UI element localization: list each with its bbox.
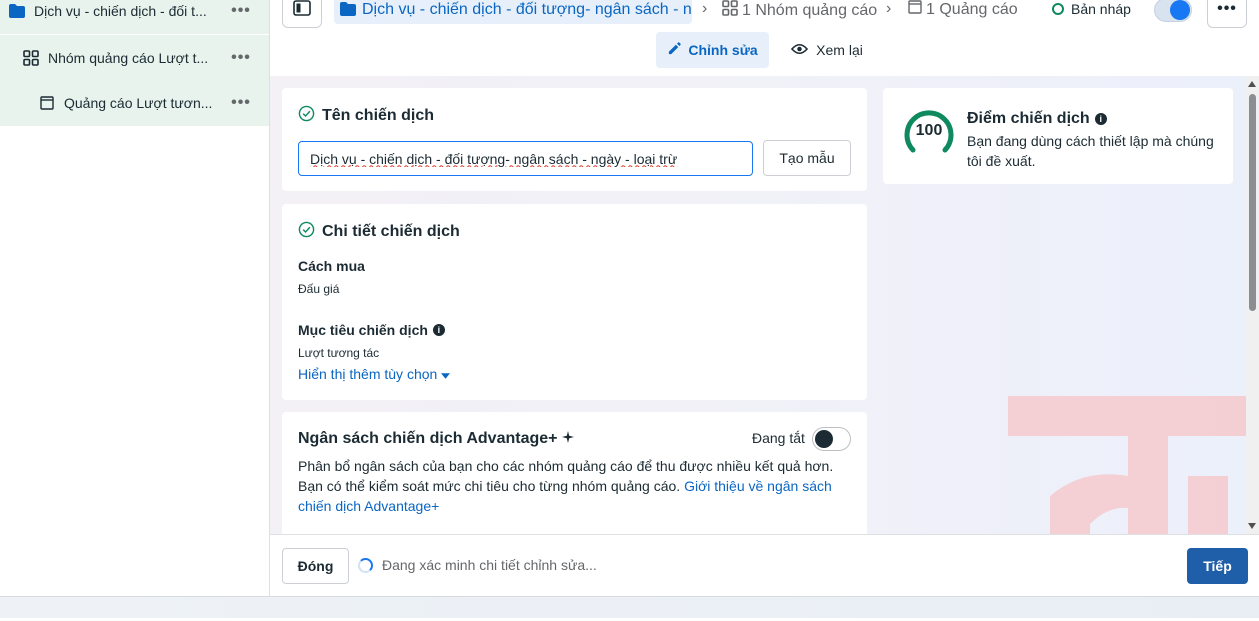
grid-icon	[22, 49, 40, 67]
toggle-knob	[815, 430, 833, 448]
ad-page-icon	[908, 0, 922, 19]
objective-value: Lượt tương tác	[298, 346, 380, 360]
buying-type-value: Đấu giá	[298, 282, 340, 296]
advantage-budget-title: Ngân sách chiến dịch Advantage+	[298, 430, 575, 448]
editor-footer: Đóng Đang xác minh chi tiết chỉnh sửa...…	[270, 534, 1259, 596]
verification-status: Đang xác minh chi tiết chỉnh sửa...	[382, 557, 597, 573]
sidebar-item-label: Quảng cáo Lượt tươn...	[64, 95, 213, 111]
more-actions-button[interactable]: •••	[1207, 0, 1247, 28]
buying-type-label: Cách mua	[298, 258, 365, 274]
more-options-icon[interactable]: •••	[227, 49, 255, 67]
sparkle-icon	[562, 430, 575, 448]
more-options-icon[interactable]: •••	[227, 94, 255, 112]
chevron-right-icon: ›	[886, 0, 892, 17]
pencil-icon	[667, 41, 682, 59]
campaign-name-title: Tên chiến dịch	[298, 105, 434, 127]
folder-icon	[340, 1, 356, 19]
campaign-on-off-toggle[interactable]	[1154, 0, 1192, 22]
draft-status-icon	[1052, 3, 1064, 15]
tab-edit-label: Chỉnh sửa	[688, 42, 758, 58]
breadcrumb-adsets-label: 1 Nhóm quảng cáo	[742, 1, 878, 19]
campaign-name-input[interactable]	[298, 141, 753, 176]
sidebar-item-label: Dịch vụ - chiến dịch - đối t...	[34, 3, 207, 19]
show-more-options-link[interactable]: Hiển thị thêm tùy chọn	[298, 366, 451, 382]
campaign-score-title: Điểm chiến dịch i	[967, 110, 1107, 128]
eye-icon	[791, 42, 809, 58]
advantage-budget-card: Ngân sách chiến dịch Advantage+ Đang tắt…	[282, 412, 867, 534]
more-options-icon[interactable]: •••	[227, 2, 255, 20]
loading-spinner-icon	[358, 558, 373, 573]
sidebar-panel-icon	[293, 0, 311, 19]
breadcrumb-campaign-label: Dịch vụ - chiến dịch - đối tượng- ngân s…	[362, 1, 692, 18]
caret-down-icon	[441, 366, 451, 382]
check-circle-icon	[298, 221, 315, 243]
ad-page-icon	[38, 94, 56, 112]
tab-review-label: Xem lại	[816, 42, 863, 58]
grid-icon	[722, 0, 738, 21]
sidebar-item-label: Nhóm quảng cáo Lượt t...	[48, 50, 209, 66]
breadcrumb-adsets[interactable]: 1 Nhóm quảng cáo	[722, 0, 877, 21]
info-icon[interactable]: i	[432, 324, 445, 336]
sidebar-item-ad[interactable]: Quảng cáo Lượt tươn... •••	[0, 80, 269, 126]
breadcrumb-ads-label: 1 Quảng cáo	[926, 0, 1018, 18]
content-scrollbar[interactable]	[1246, 76, 1259, 534]
scrollbar-thumb[interactable]	[1249, 94, 1256, 311]
chevron-right-icon: ›	[702, 0, 708, 17]
sidebar-item-campaign[interactable]: Dịch vụ - chiến dịch - đối t... •••	[0, 0, 269, 34]
tab-edit[interactable]: Chỉnh sửa	[656, 32, 769, 68]
window-bottom-edge	[0, 596, 1259, 618]
campaign-tree-sidebar: Dịch vụ - chiến dịch - đối t... ••• Nhóm…	[0, 0, 270, 596]
advantage-budget-toggle[interactable]	[812, 427, 851, 451]
next-button[interactable]: Tiếp	[1187, 548, 1248, 584]
breadcrumb-campaign[interactable]: Dịch vụ - chiến dịch - đối tượng- ngân s…	[334, 0, 692, 24]
campaign-details-card: Chi tiết chiến dịch Cách mua Đấu giá Mục…	[282, 204, 867, 400]
campaign-score-card: 100 Điểm chiến dịch i Bạn đang dùng cách…	[883, 88, 1233, 184]
draft-status: Bản nháp	[1052, 1, 1131, 17]
advantage-budget-description: Phân bổ ngân sách của bạn cho các nhóm q…	[298, 458, 834, 514]
campaign-score-gauge: 100	[901, 106, 957, 162]
close-button[interactable]: Đóng	[282, 548, 349, 584]
folder-icon	[8, 2, 26, 20]
scroll-down-icon[interactable]	[1248, 523, 1256, 529]
tab-review[interactable]: Xem lại	[782, 32, 872, 68]
toggle-sidebar-button[interactable]	[282, 0, 322, 28]
draft-label: Bản nháp	[1071, 1, 1131, 17]
create-template-button[interactable]: Tạo mẫu	[763, 140, 851, 176]
sidebar-item-adset[interactable]: Nhóm quảng cáo Lượt t... •••	[0, 35, 269, 81]
editor-topbar: Dịch vụ - chiến dịch - đối tượng- ngân s…	[270, 0, 1259, 76]
scroll-up-icon[interactable]	[1248, 81, 1256, 87]
campaign-score-value: 100	[915, 122, 943, 139]
advantage-budget-status: Đang tắt	[752, 430, 805, 446]
info-icon[interactable]: i	[1094, 113, 1107, 125]
campaign-name-card: Tên chiến dịch Tạo mẫu	[282, 88, 867, 191]
breadcrumb-ads[interactable]: 1 Quảng cáo	[908, 0, 1018, 19]
campaign-score-description: Bạn đang dùng cách thiết lập mà chúng tô…	[967, 133, 1214, 169]
check-circle-icon	[298, 105, 315, 127]
toggle-knob	[1170, 0, 1190, 20]
campaign-details-title: Chi tiết chiến dịch	[298, 221, 460, 243]
objective-label: Mục tiêu chiến dịch i	[298, 322, 445, 338]
